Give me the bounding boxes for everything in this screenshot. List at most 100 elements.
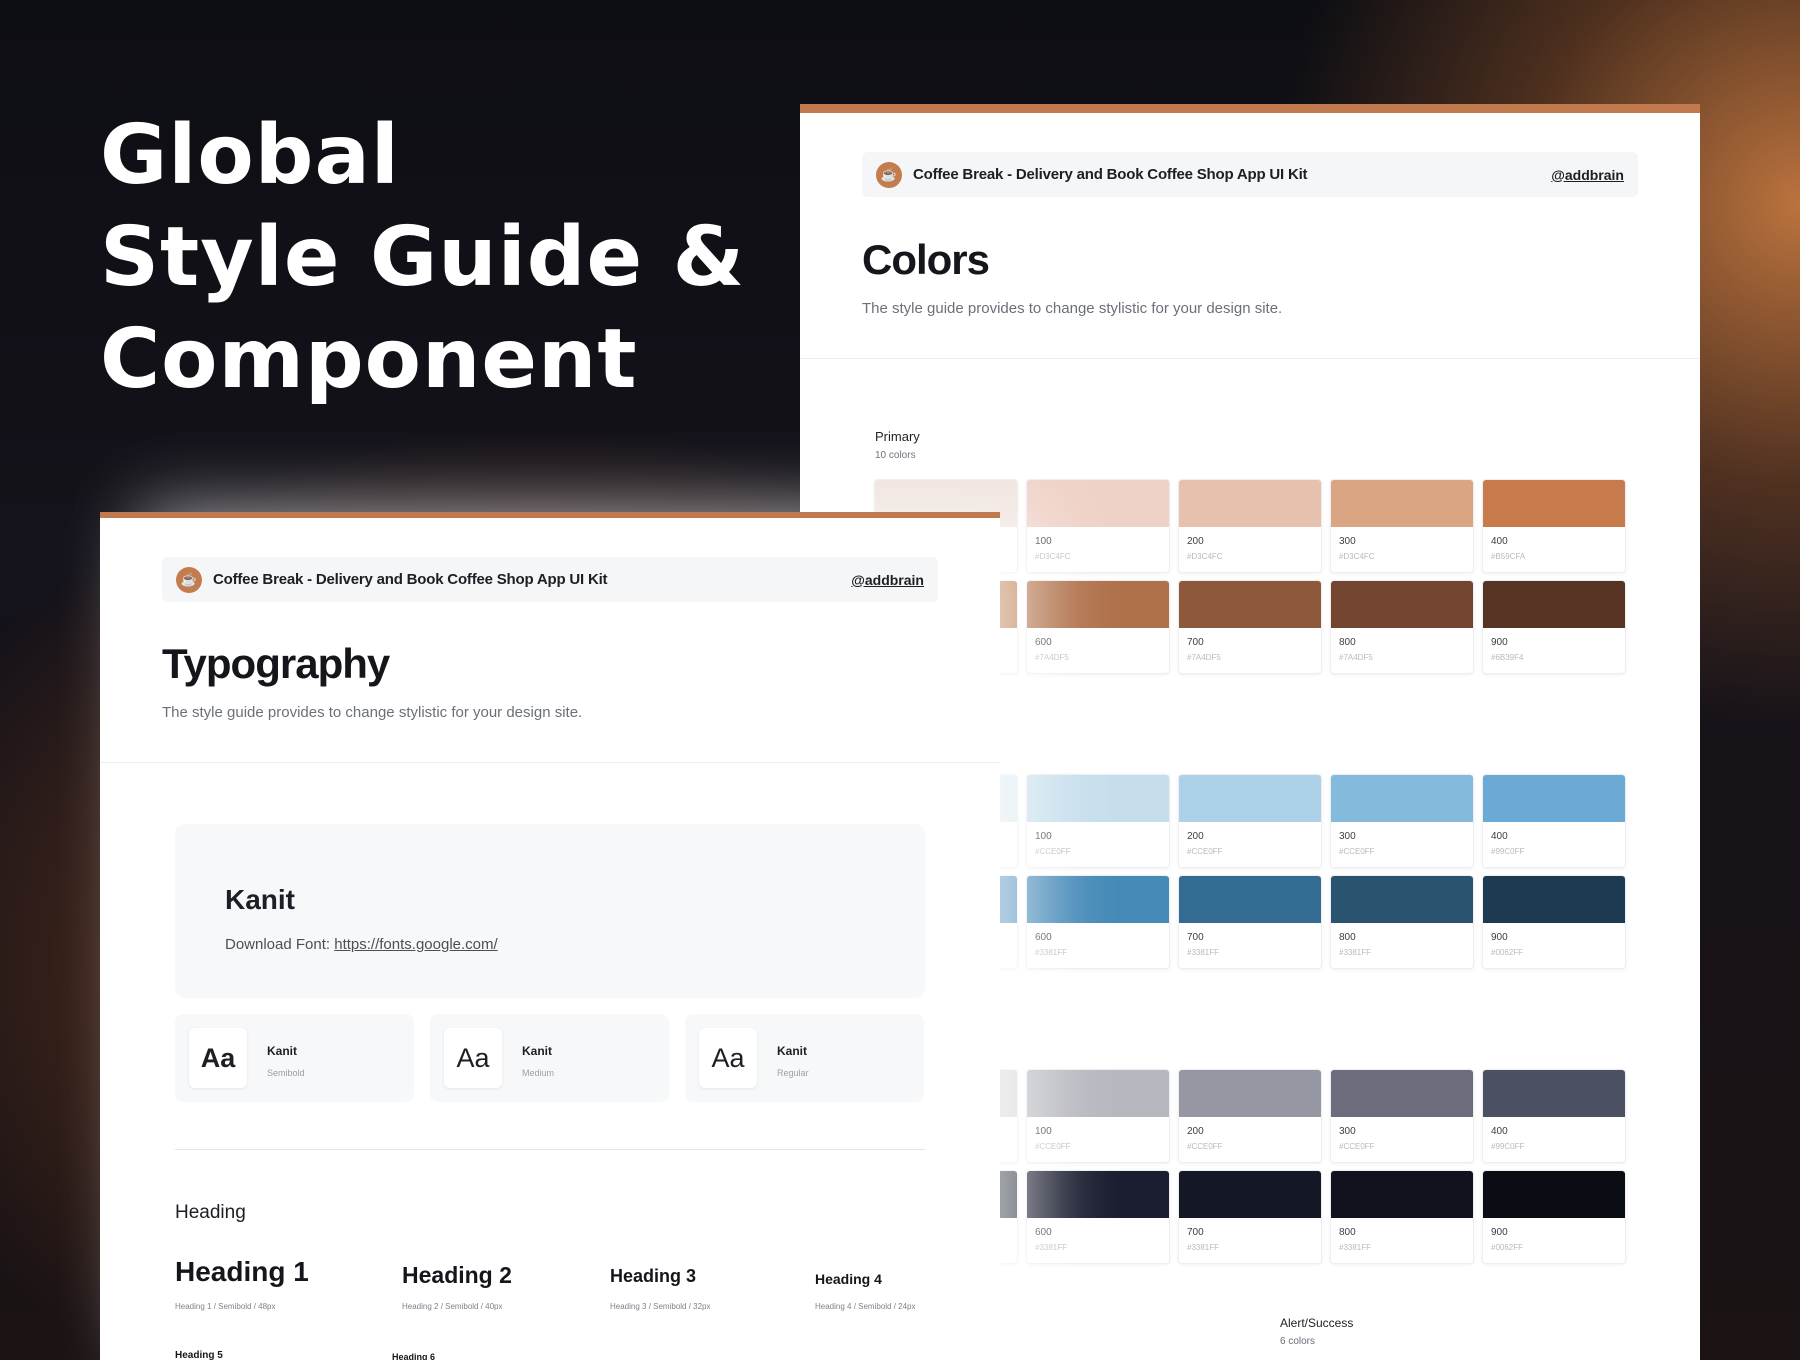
swatch-hex: #B59CFA — [1491, 552, 1526, 561]
color-swatch: 800 #3381FF — [1330, 1170, 1474, 1264]
swatch-color — [1331, 775, 1473, 822]
color-swatch: 900 #0062FF — [1482, 875, 1626, 969]
color-swatch: 800 #3381FF — [1330, 875, 1474, 969]
swatch-hex: #CCE0FF — [1187, 1142, 1223, 1151]
font-sample: Aa — [699, 1028, 757, 1088]
coffee-cup-icon: ☕ — [176, 566, 202, 593]
heading-3-spec: Heading 3 / Semibold / 32px — [610, 1302, 711, 1311]
typography-panel: ☕ Coffee Break - Delivery and Book Coffe… — [100, 512, 1000, 1360]
color-swatch: 900 #6B39F4 — [1482, 580, 1626, 674]
font-sample: Aa — [189, 1028, 247, 1088]
swatch-number: 400 — [1491, 1126, 1508, 1137]
color-swatch: 800 #7A4DF5 — [1330, 580, 1474, 674]
swatch-number: 300 — [1339, 536, 1356, 547]
hero-title: Global Style Guide & Component — [100, 105, 745, 411]
heading-2-spec: Heading 2 / Semibold / 40px — [402, 1302, 503, 1311]
swatch-color — [1179, 480, 1321, 527]
color-swatch: 100 #CCE0FF — [1026, 1069, 1170, 1163]
swatch-hex: #0062FF — [1491, 1243, 1524, 1252]
swatch-number: 800 — [1339, 637, 1356, 648]
swatch-hex: #3381FF — [1035, 948, 1068, 957]
swatch-hex: #7A4DF5 — [1187, 653, 1221, 662]
swatch-number: 600 — [1035, 637, 1052, 648]
weight-card-medium: Aa Kanit Medium — [430, 1014, 669, 1102]
heading-2-sample: Heading 2 — [402, 1262, 512, 1288]
swatch-color — [1483, 775, 1625, 822]
swatch-color — [1331, 1171, 1473, 1218]
swatch-hex: #7A4DF5 — [1339, 653, 1373, 662]
swatch-number: 800 — [1339, 1227, 1356, 1238]
swatch-hex: #7A4DF5 — [1035, 653, 1069, 662]
swatch-number: 400 — [1491, 831, 1508, 842]
swatch-number: 100 — [1035, 1126, 1052, 1137]
swatch-color — [1027, 480, 1169, 527]
divider — [800, 358, 1700, 359]
swatch-color — [1179, 1171, 1321, 1218]
weight-name: Semibold — [267, 1068, 305, 1078]
weight-card-semibold: Aa Kanit Semibold — [175, 1014, 414, 1102]
swatch-number: 300 — [1339, 831, 1356, 842]
swatch-hex: #D3C4FC — [1187, 552, 1223, 561]
hero-line-3: Component — [100, 312, 638, 407]
swatch-hex: #3381FF — [1187, 948, 1220, 957]
swatch-number: 200 — [1187, 831, 1204, 842]
swatch-number: 700 — [1187, 932, 1204, 943]
swatch-hex: #D3C4FC — [1035, 552, 1071, 561]
alert-success-count: 6 colors — [1280, 1336, 1316, 1347]
swatch-hex: #0062FF — [1491, 948, 1524, 957]
swatch-hex: #99C0FF — [1491, 847, 1525, 856]
color-swatch: 300 #CCE0FF — [1330, 774, 1474, 868]
color-swatch: 100 #D3C4FC — [1026, 479, 1170, 573]
swatch-color — [1027, 1171, 1169, 1218]
swatch-color — [1027, 775, 1169, 822]
swatch-number: 600 — [1035, 932, 1052, 943]
color-swatch: 700 #3381FF — [1178, 875, 1322, 969]
page-subtitle: The style guide provides to change styli… — [162, 704, 583, 721]
swatch-color — [1331, 1070, 1473, 1117]
color-swatch: 100 #CCE0FF — [1026, 774, 1170, 868]
heading-6-sample: Heading 6 — [392, 1352, 436, 1360]
color-swatch: 400 #99C0FF — [1482, 1069, 1626, 1163]
swatch-number: 900 — [1491, 932, 1508, 943]
author-handle-link[interactable]: @addbrain — [851, 572, 924, 588]
weight-card-regular: Aa Kanit Regular — [685, 1014, 924, 1102]
color-swatch: 200 #D3C4FC — [1178, 479, 1322, 573]
primary-label: Primary — [875, 429, 920, 444]
heading-1-spec: Heading 1 / Semibold / 48px — [175, 1302, 276, 1311]
swatch-hex: #6B39F4 — [1491, 653, 1524, 662]
swatch-number: 800 — [1339, 932, 1356, 943]
swatch-hex: #CCE0FF — [1035, 1142, 1071, 1151]
color-swatch: 300 #CCE0FF — [1330, 1069, 1474, 1163]
swatch-hex: #CCE0FF — [1339, 847, 1375, 856]
accent-bar — [100, 512, 1000, 518]
download-font-link[interactable]: https://fonts.google.com/ — [334, 936, 497, 953]
weight-font-name: Kanit — [267, 1044, 297, 1058]
swatch-color — [1179, 1070, 1321, 1117]
weight-name: Regular — [777, 1068, 809, 1078]
primary-count: 10 colors — [875, 450, 916, 461]
color-swatch: 400 #99C0FF — [1482, 774, 1626, 868]
weight-font-name: Kanit — [522, 1044, 552, 1058]
swatch-color — [1179, 581, 1321, 628]
color-swatch: 700 #3381FF — [1178, 1170, 1322, 1264]
weight-name: Medium — [522, 1068, 555, 1078]
heading-4-sample: Heading 4 — [815, 1271, 882, 1287]
swatch-number: 700 — [1187, 637, 1204, 648]
heading-1-sample: Heading 1 — [175, 1256, 309, 1287]
kit-title: Coffee Break - Delivery and Book Coffee … — [213, 571, 608, 588]
kit-title: Coffee Break - Delivery and Book Coffee … — [913, 166, 1308, 183]
swatch-hex: #3381FF — [1339, 948, 1372, 957]
page-title: Typography — [162, 640, 390, 687]
author-handle-link[interactable]: @addbrain — [1551, 167, 1624, 183]
hero-line-1: Global — [100, 108, 400, 203]
swatch-number: 900 — [1491, 637, 1508, 648]
heading-4-spec: Heading 4 / Semibold / 24px — [815, 1302, 916, 1311]
swatch-color — [1179, 876, 1321, 923]
swatch-color — [1331, 876, 1473, 923]
swatch-number: 300 — [1339, 1126, 1356, 1137]
swatch-number: 200 — [1187, 1126, 1204, 1137]
swatch-number: 900 — [1491, 1227, 1508, 1238]
accent-bar — [800, 104, 1700, 113]
swatch-color — [1027, 581, 1169, 628]
download-label: Download Font: — [225, 936, 331, 953]
